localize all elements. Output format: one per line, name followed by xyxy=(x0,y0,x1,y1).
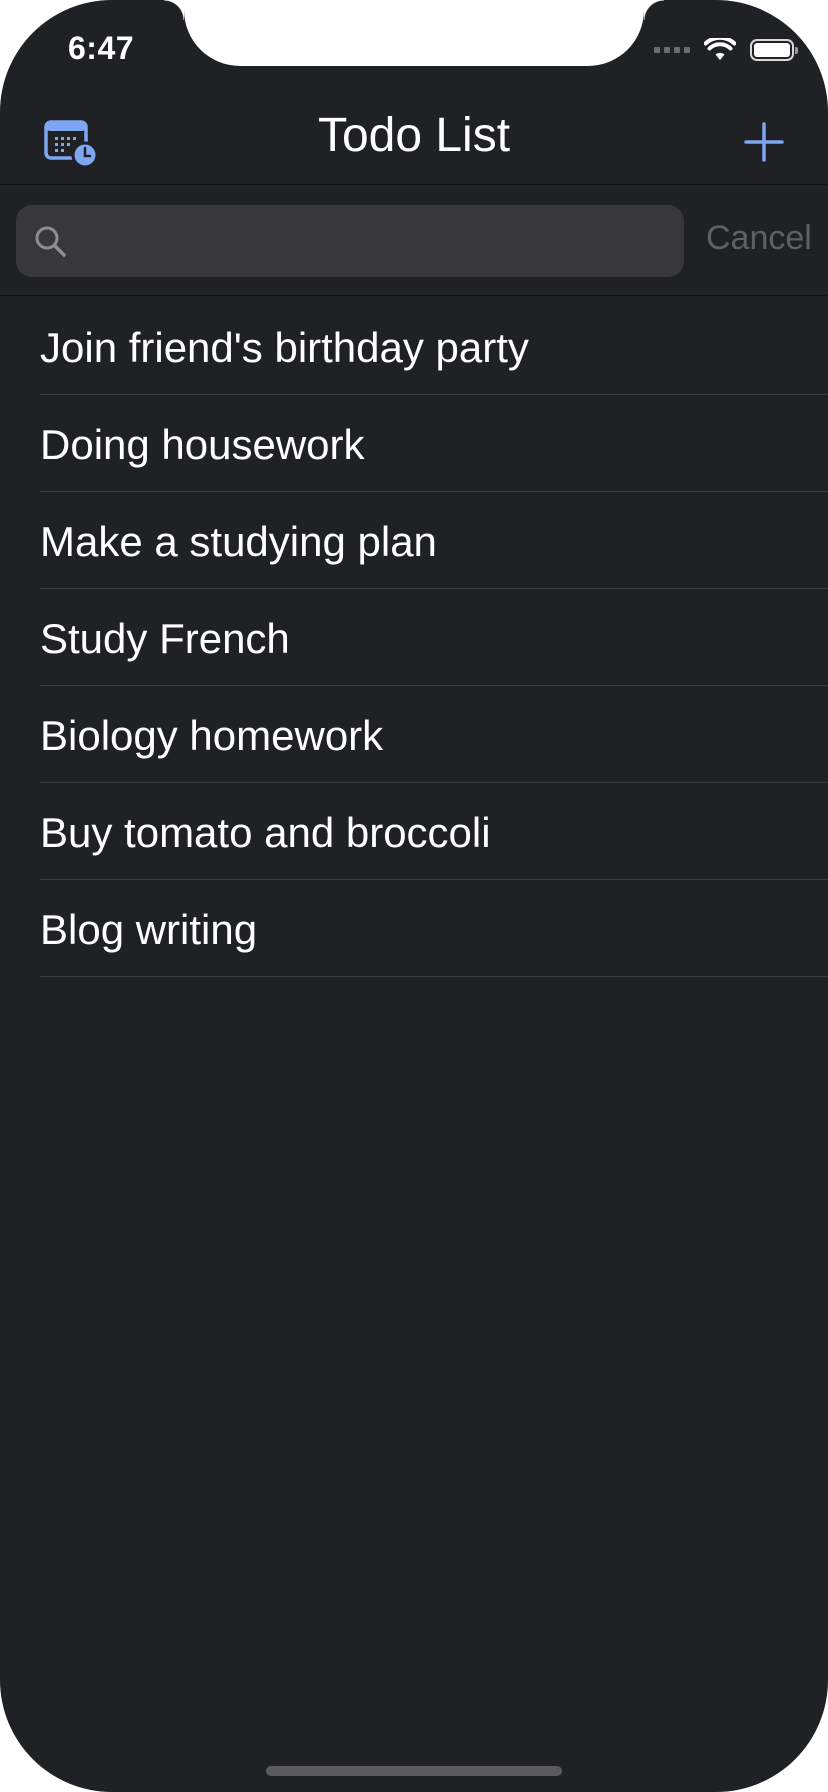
todo-item[interactable]: Doing housework xyxy=(40,395,828,492)
home-indicator[interactable] xyxy=(266,1766,562,1776)
todo-item[interactable]: Study French xyxy=(40,589,828,686)
battery-level xyxy=(754,43,790,57)
page-title: Todo List xyxy=(317,109,511,162)
todo-label: Join friend's birthday party xyxy=(40,324,529,371)
battery-icon xyxy=(750,39,798,61)
device-notch xyxy=(164,0,664,66)
todo-label: Blog writing xyxy=(40,906,258,953)
search-field[interactable] xyxy=(16,205,684,277)
todo-item[interactable]: Blog writing xyxy=(40,880,828,977)
todo-label: Biology homework xyxy=(40,712,384,759)
search-icon xyxy=(35,226,66,257)
todo-label: Buy tomato and broccoli xyxy=(40,809,491,856)
todo-item[interactable]: Buy tomato and broccoli xyxy=(40,783,828,880)
todo-item[interactable]: Biology homework xyxy=(40,686,828,783)
todo-label: Make a studying plan xyxy=(40,518,437,565)
search-bar: Cancel xyxy=(0,185,828,296)
phone-screen: 6:47 Todo List Cancel Join friend's birt… xyxy=(0,0,828,1792)
plus-icon xyxy=(744,122,784,162)
status-indicators xyxy=(654,38,798,62)
add-todo-button[interactable] xyxy=(740,118,788,166)
todo-label: Doing housework xyxy=(40,421,365,468)
search-input[interactable] xyxy=(78,210,684,272)
todo-list: Join friend's birthday party Doing house… xyxy=(0,298,828,977)
navigation-bar: Todo List xyxy=(0,92,828,185)
todo-label: Study French xyxy=(40,615,290,662)
wifi-icon xyxy=(704,38,736,60)
todo-item[interactable]: Join friend's birthday party xyxy=(40,298,828,395)
todo-item[interactable]: Make a studying plan xyxy=(40,492,828,589)
cellular-signal-icon xyxy=(654,47,690,53)
cancel-button[interactable]: Cancel xyxy=(706,219,812,258)
status-time: 6:47 xyxy=(68,30,135,66)
